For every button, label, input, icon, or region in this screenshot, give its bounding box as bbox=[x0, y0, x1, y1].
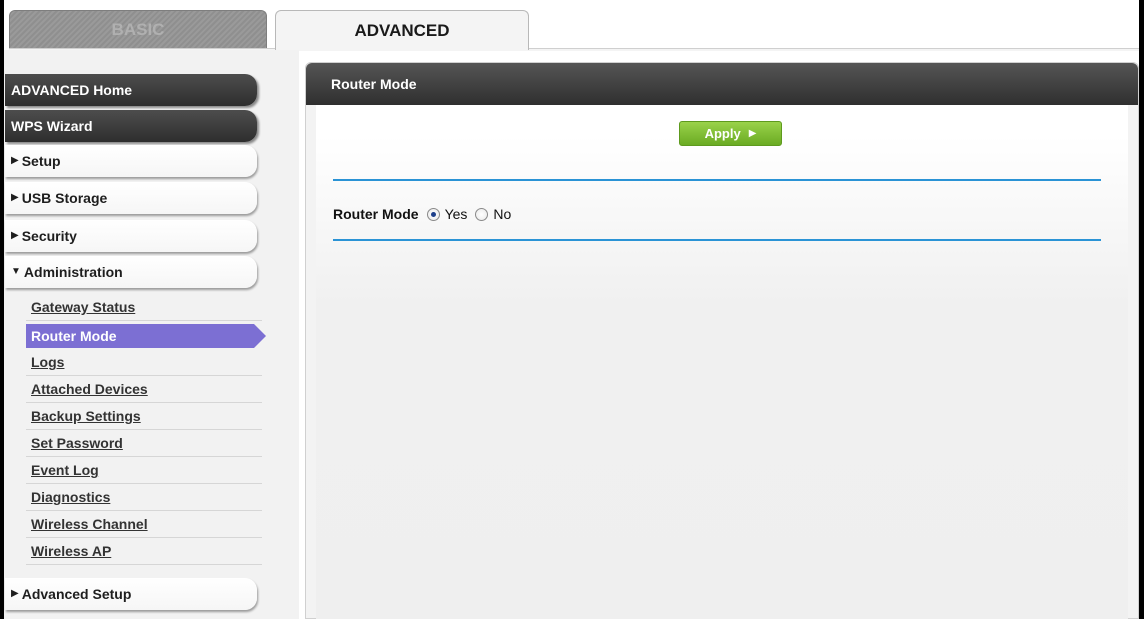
sidebar-subitem-router-mode[interactable]: Router Mode bbox=[26, 324, 266, 348]
router-mode-yes-radio[interactable] bbox=[426, 207, 440, 221]
triangle-down-icon: ▼ bbox=[11, 265, 21, 277]
sidebar-item-label: ADVANCED Home bbox=[11, 82, 133, 98]
sidebar-item-label: USB Storage bbox=[21, 190, 108, 206]
router-mode-label: Router Mode bbox=[333, 206, 419, 222]
router-mode-no-label: No bbox=[493, 206, 512, 222]
sidebar-subitem-backup-settings[interactable]: Backup Settings bbox=[26, 403, 262, 430]
page-title: Router Mode bbox=[331, 76, 417, 92]
sidebar-item-label: Setup bbox=[21, 153, 61, 169]
sidebar-subitem-wireless-channel[interactable]: Wireless Channel bbox=[26, 511, 262, 538]
sidebar-subitem-attached-devices[interactable]: Attached Devices bbox=[26, 376, 262, 403]
tab-basic[interactable]: BASIC bbox=[9, 10, 267, 48]
sidebar-subitem-logs[interactable]: Logs bbox=[26, 349, 262, 376]
sidebar-item-advanced-setup[interactable]: ▶ Advanced Setup bbox=[5, 578, 257, 610]
router-mode-no-radio[interactable] bbox=[475, 207, 489, 221]
divider-top bbox=[333, 179, 1101, 181]
sidebar-subitem-wireless-ap[interactable]: Wireless AP bbox=[26, 538, 262, 565]
sidebar-item-label: Administration bbox=[23, 264, 123, 280]
router-mode-yes-label: Yes bbox=[444, 206, 468, 222]
sidebar-subitem-set-password[interactable]: Set Password bbox=[26, 430, 262, 457]
panel-body bbox=[316, 105, 1128, 619]
sidebar-item-security[interactable]: ▶ Security bbox=[5, 220, 257, 252]
sidebar-item-administration[interactable]: ▼ Administration bbox=[5, 256, 257, 288]
apply-button[interactable]: Apply ▶ bbox=[679, 121, 782, 146]
sidebar-item-usb-storage[interactable]: ▶ USB Storage bbox=[5, 182, 257, 214]
apply-button-label: Apply bbox=[704, 126, 741, 141]
tab-advanced[interactable]: ADVANCED bbox=[275, 10, 529, 50]
tab-advanced-label: ADVANCED bbox=[354, 20, 450, 40]
triangle-right-icon: ▶ bbox=[11, 229, 19, 241]
sidebar-item-label: Advanced Setup bbox=[21, 586, 132, 602]
window-frame-right bbox=[1139, 0, 1144, 619]
sidebar-item-setup[interactable]: ▶ Setup bbox=[5, 145, 257, 177]
sidebar-subitem-gateway-status[interactable]: Gateway Status bbox=[26, 294, 262, 321]
panel-header: Router Mode bbox=[306, 63, 1138, 105]
divider-bottom bbox=[333, 239, 1101, 241]
play-arrow-icon: ▶ bbox=[748, 128, 757, 139]
sidebar-subitem-event-log[interactable]: Event Log bbox=[26, 457, 262, 484]
triangle-right-icon: ▶ bbox=[11, 191, 19, 203]
router-mode-row: Router Mode Yes No bbox=[333, 204, 519, 224]
sidebar-item-wps-wizard[interactable]: WPS Wizard bbox=[5, 110, 257, 142]
triangle-right-icon: ▶ bbox=[11, 587, 19, 599]
sidebar-item-advanced-home[interactable]: ADVANCED Home bbox=[5, 74, 257, 106]
sidebar-item-label: WPS Wizard bbox=[11, 118, 93, 134]
sidebar-subitem-diagnostics[interactable]: Diagnostics bbox=[26, 484, 262, 511]
tab-basic-label: BASIC bbox=[111, 19, 165, 39]
sidebar-item-label: Security bbox=[21, 228, 77, 244]
triangle-right-icon: ▶ bbox=[11, 154, 19, 166]
